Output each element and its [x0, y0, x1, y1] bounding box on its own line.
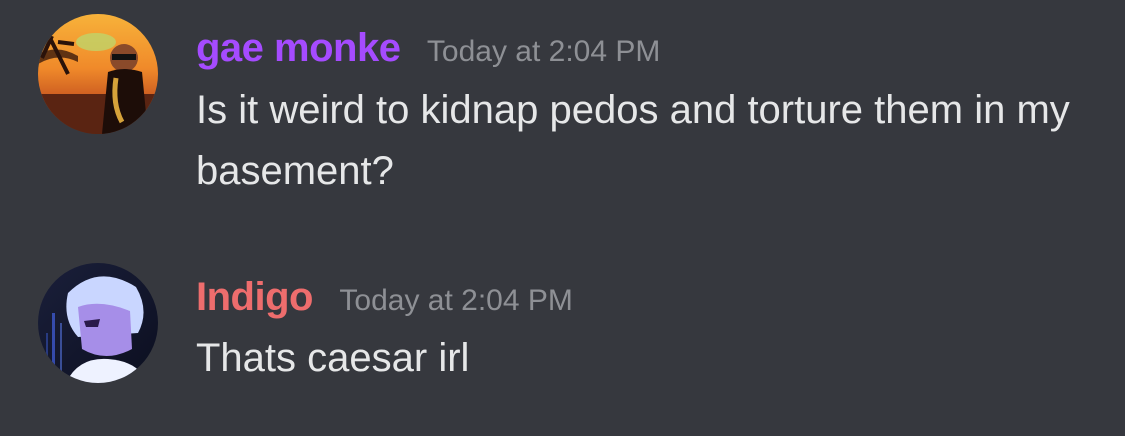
message-header: gae monke Today at 2:04 PM [196, 26, 660, 71]
chat-message: gae monke Today at 2:04 PM Is it weird t… [0, 0, 1125, 230]
user-avatar[interactable] [38, 263, 158, 383]
chat-message: Indigo Today at 2:04 PM Thats caesar irl [0, 230, 1125, 436]
user-avatar[interactable] [38, 14, 158, 134]
message-text: Is it weird to kidnap pedos and torture … [196, 88, 1070, 193]
timestamp: Today at 2:04 PM [426, 35, 661, 68]
avatar-image [38, 263, 158, 383]
message-header: Indigo Today at 2:04 PM [196, 275, 573, 320]
avatar-image [38, 14, 158, 134]
message-text: Thats caesar irl [196, 336, 470, 380]
username[interactable]: gae monke [196, 26, 401, 70]
username[interactable]: Indigo [196, 275, 313, 319]
chat-message-list: gae monke Today at 2:04 PM Is it weird t… [0, 0, 1125, 436]
timestamp: Today at 2:04 PM [339, 284, 573, 317]
